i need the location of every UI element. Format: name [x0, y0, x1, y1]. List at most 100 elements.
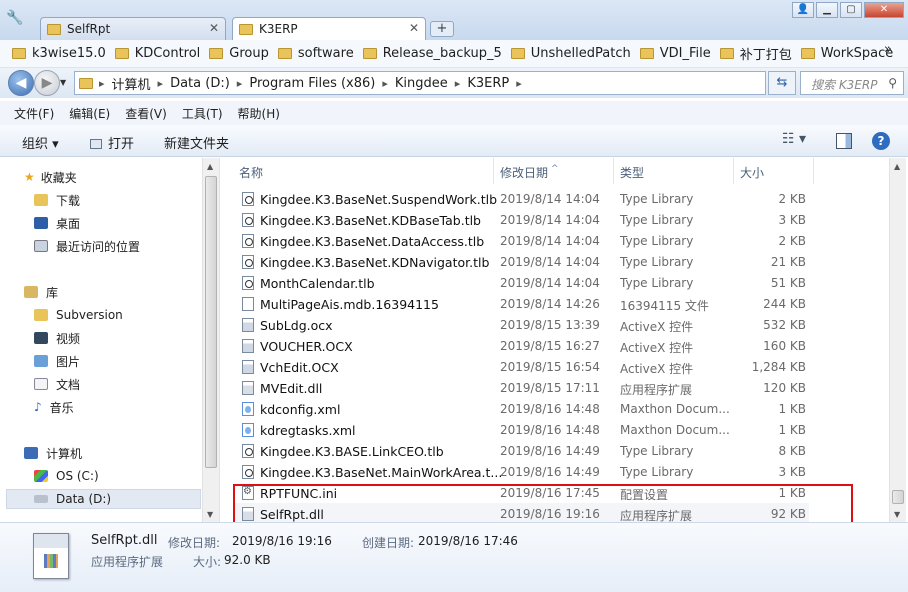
breadcrumb-item[interactable]: K3ERP — [467, 76, 509, 91]
close-icon[interactable]: ✕ — [409, 21, 419, 35]
menu-item[interactable]: 编辑(E) — [69, 105, 110, 122]
highlight-box — [233, 484, 853, 526]
close-window-button[interactable]: ✕ — [864, 2, 904, 18]
file-row[interactable]: Kingdee.K3.BaseNet.SuspendWork.tlb 2019/8… — [233, 188, 809, 209]
refresh-button[interactable]: ⇆ — [768, 71, 796, 95]
menu-item[interactable]: 工具(T) — [182, 105, 223, 122]
nav-music[interactable]: ♪ 音乐 — [34, 397, 74, 417]
file-row[interactable]: MVEdit.dll 2019/8/15 17:11 应用程序扩展 120 KB — [233, 377, 809, 398]
column-header-type[interactable]: 类型 — [620, 164, 644, 181]
file-row[interactable]: MonthCalendar.tlb 2019/8/14 14:04 Type Lib… — [233, 272, 809, 293]
folder-icon — [239, 23, 253, 35]
nav-pictures[interactable]: 图片 — [34, 351, 80, 371]
breadcrumb-item[interactable]: Program Files (x86) — [249, 76, 375, 91]
file-row[interactable]: MultiPageAis.mdb.16394115 2019/8/14 14:26… — [233, 293, 809, 314]
favorite-link[interactable]: Release_backup_5 — [362, 46, 502, 61]
nav-subversion[interactable]: Subversion — [34, 305, 123, 325]
file-row[interactable]: VOUCHER.OCX 2019/8/15 16:27 ActiveX 控件 160 … — [233, 335, 809, 356]
wrench-icon[interactable]: 🔧 — [6, 10, 26, 30]
file-row[interactable]: kdregtasks.xml 2019/8/16 14:48 Maxthon Doc… — [233, 419, 809, 440]
column-header-name[interactable]: 名称 — [239, 164, 263, 181]
new-folder-button[interactable]: 新建文件夹 — [164, 133, 229, 152]
file-row[interactable]: VchEdit.OCX 2019/8/15 16:54 ActiveX 控件 1,28… — [233, 356, 809, 377]
nav-drive-c[interactable]: OS (C:) — [34, 466, 99, 486]
favorite-link[interactable]: Group — [209, 46, 269, 61]
nav-libraries[interactable]: 库 — [24, 282, 58, 302]
file-row[interactable]: Kingdee.K3.BaseNet.KDBaseTab.tlb 2019/8/1… — [233, 209, 809, 230]
menu-item[interactable]: 文件(F) — [14, 105, 54, 122]
favorite-link[interactable]: VDI_File — [639, 46, 711, 61]
tab-k3erp[interactable]: K3ERP ✕ — [232, 17, 426, 40]
favorites-more-button[interactable]: » — [884, 42, 892, 57]
help-icon[interactable]: ? — [872, 132, 890, 150]
file-row[interactable]: kdconfig.xml 2019/8/16 14:48 Maxthon Docum… — [233, 398, 809, 419]
file-row[interactable]: Kingdee.K3.BaseNet.MainWorkArea.t... 2019… — [233, 461, 809, 482]
breadcrumb-separator-icon[interactable]: ▸ — [158, 77, 164, 90]
maximize-button[interactable]: ▢ — [840, 2, 862, 18]
breadcrumb-item[interactable]: Kingdee — [395, 76, 448, 91]
search-input[interactable]: 搜索 K3ERP ⚲ — [800, 71, 904, 95]
favorite-link[interactable]: 补丁打包 — [719, 44, 792, 63]
nav-videos[interactable]: 视频 — [34, 328, 80, 348]
file-row[interactable]: Kingdee.K3.BaseNet.KDNavigator.tlb 2019/8… — [233, 251, 809, 272]
file-row[interactable]: SubLdg.ocx 2019/8/15 13:39 ActiveX 控件 532 K… — [233, 314, 809, 335]
nav-scrollbar[interactable]: ▲ ▼ — [202, 158, 219, 522]
details-created-label: 创建日期: — [362, 536, 415, 550]
breadcrumb-item[interactable]: Data (D:) — [170, 76, 230, 91]
nav-computer[interactable]: 计算机 — [24, 443, 82, 463]
preview-pane-icon[interactable] — [836, 133, 852, 149]
scroll-up-arrow-icon[interactable]: ▲ — [894, 162, 900, 171]
file-name: Kingdee.K3.BaseNet.KDNavigator.tlb — [260, 255, 490, 270]
file-list-scrollbar[interactable]: ▲ ▼ — [889, 158, 906, 522]
scrollbar-thumb[interactable] — [205, 176, 217, 468]
new-tab-button[interactable]: + — [430, 21, 454, 37]
column-header-date[interactable]: 修改日期 — [500, 164, 548, 181]
favorite-link[interactable]: KDControl — [114, 46, 201, 61]
breadcrumb-separator-icon[interactable]: ▸ — [99, 77, 105, 90]
file-name: Kingdee.K3.BaseNet.DataAccess.tlb — [260, 234, 485, 249]
view-options-icon[interactable]: ☷ ▾ — [782, 131, 806, 147]
file-size: 160 KB — [763, 339, 806, 353]
scroll-down-arrow-icon[interactable]: ▼ — [207, 510, 213, 519]
tab-label: K3ERP — [259, 22, 298, 36]
breadcrumb-separator-icon[interactable]: ▸ — [237, 77, 243, 90]
nav-desktop[interactable]: 桌面 — [34, 213, 80, 233]
favorite-link[interactable]: k3wise15.0 — [12, 46, 106, 61]
tab-selfrpt[interactable]: SelfRpt ✕ — [40, 17, 226, 40]
favorite-link[interactable]: software — [277, 46, 354, 61]
favorite-link[interactable]: WorkSpace — [800, 46, 893, 61]
nav-recent-places[interactable]: 最近访问的位置 — [34, 236, 140, 256]
music-icon: ♪ — [34, 400, 42, 414]
breadcrumb-separator-icon[interactable]: ▸ — [455, 77, 461, 90]
breadcrumb-separator-icon[interactable]: ▸ — [516, 77, 522, 90]
file-date: 2019/8/16 14:49 — [500, 465, 600, 479]
menu-item[interactable]: 查看(V) — [125, 105, 167, 122]
back-button[interactable]: ◀ — [8, 70, 34, 96]
scroll-down-arrow-icon[interactable]: ▼ — [894, 510, 900, 519]
history-dropdown-icon[interactable]: ▼ — [60, 78, 66, 87]
open-button[interactable]: 打开 — [90, 133, 134, 152]
file-type: Type Library — [620, 255, 694, 269]
breadcrumb-item[interactable]: 计算机 — [112, 74, 151, 93]
scrollbar-thumb[interactable] — [892, 490, 904, 504]
nav-documents[interactable]: 文档 — [34, 374, 80, 394]
nav-downloads[interactable]: 下载 — [34, 190, 80, 210]
favorite-label: KDControl — [134, 46, 201, 61]
minimize-button[interactable]: ▁ — [816, 2, 838, 18]
column-header-size[interactable]: 大小 — [740, 164, 764, 181]
favorite-link[interactable]: UnshelledPatch — [510, 46, 631, 61]
forward-button[interactable]: ▶ — [34, 70, 60, 96]
user-icon[interactable]: 👤 — [792, 2, 814, 18]
file-name: VOUCHER.OCX — [260, 339, 353, 354]
address-bar[interactable]: ▸ 计算机 ▸ Data (D:) ▸ Program Files (x86) ▸ Kingd… — [74, 71, 766, 95]
nav-favorites[interactable]: ★ 收藏夹 — [24, 167, 77, 187]
menu-bar: 文件(F) 编辑(E) 查看(V) 工具(T) 帮助(H) — [0, 101, 908, 125]
breadcrumb-separator-icon[interactable]: ▸ — [382, 77, 388, 90]
nav-drive-d[interactable]: Data (D:) — [6, 489, 201, 509]
organize-button[interactable]: 组织 ▾ — [22, 133, 59, 152]
file-row[interactable]: Kingdee.K3.BASE.LinkCEO.tlb 2019/8/16 14:… — [233, 440, 809, 461]
close-icon[interactable]: ✕ — [209, 21, 219, 35]
menu-item[interactable]: 帮助(H) — [238, 105, 280, 122]
file-row[interactable]: Kingdee.K3.BaseNet.DataAccess.tlb 2019/8/… — [233, 230, 809, 251]
scroll-up-arrow-icon[interactable]: ▲ — [207, 162, 213, 171]
